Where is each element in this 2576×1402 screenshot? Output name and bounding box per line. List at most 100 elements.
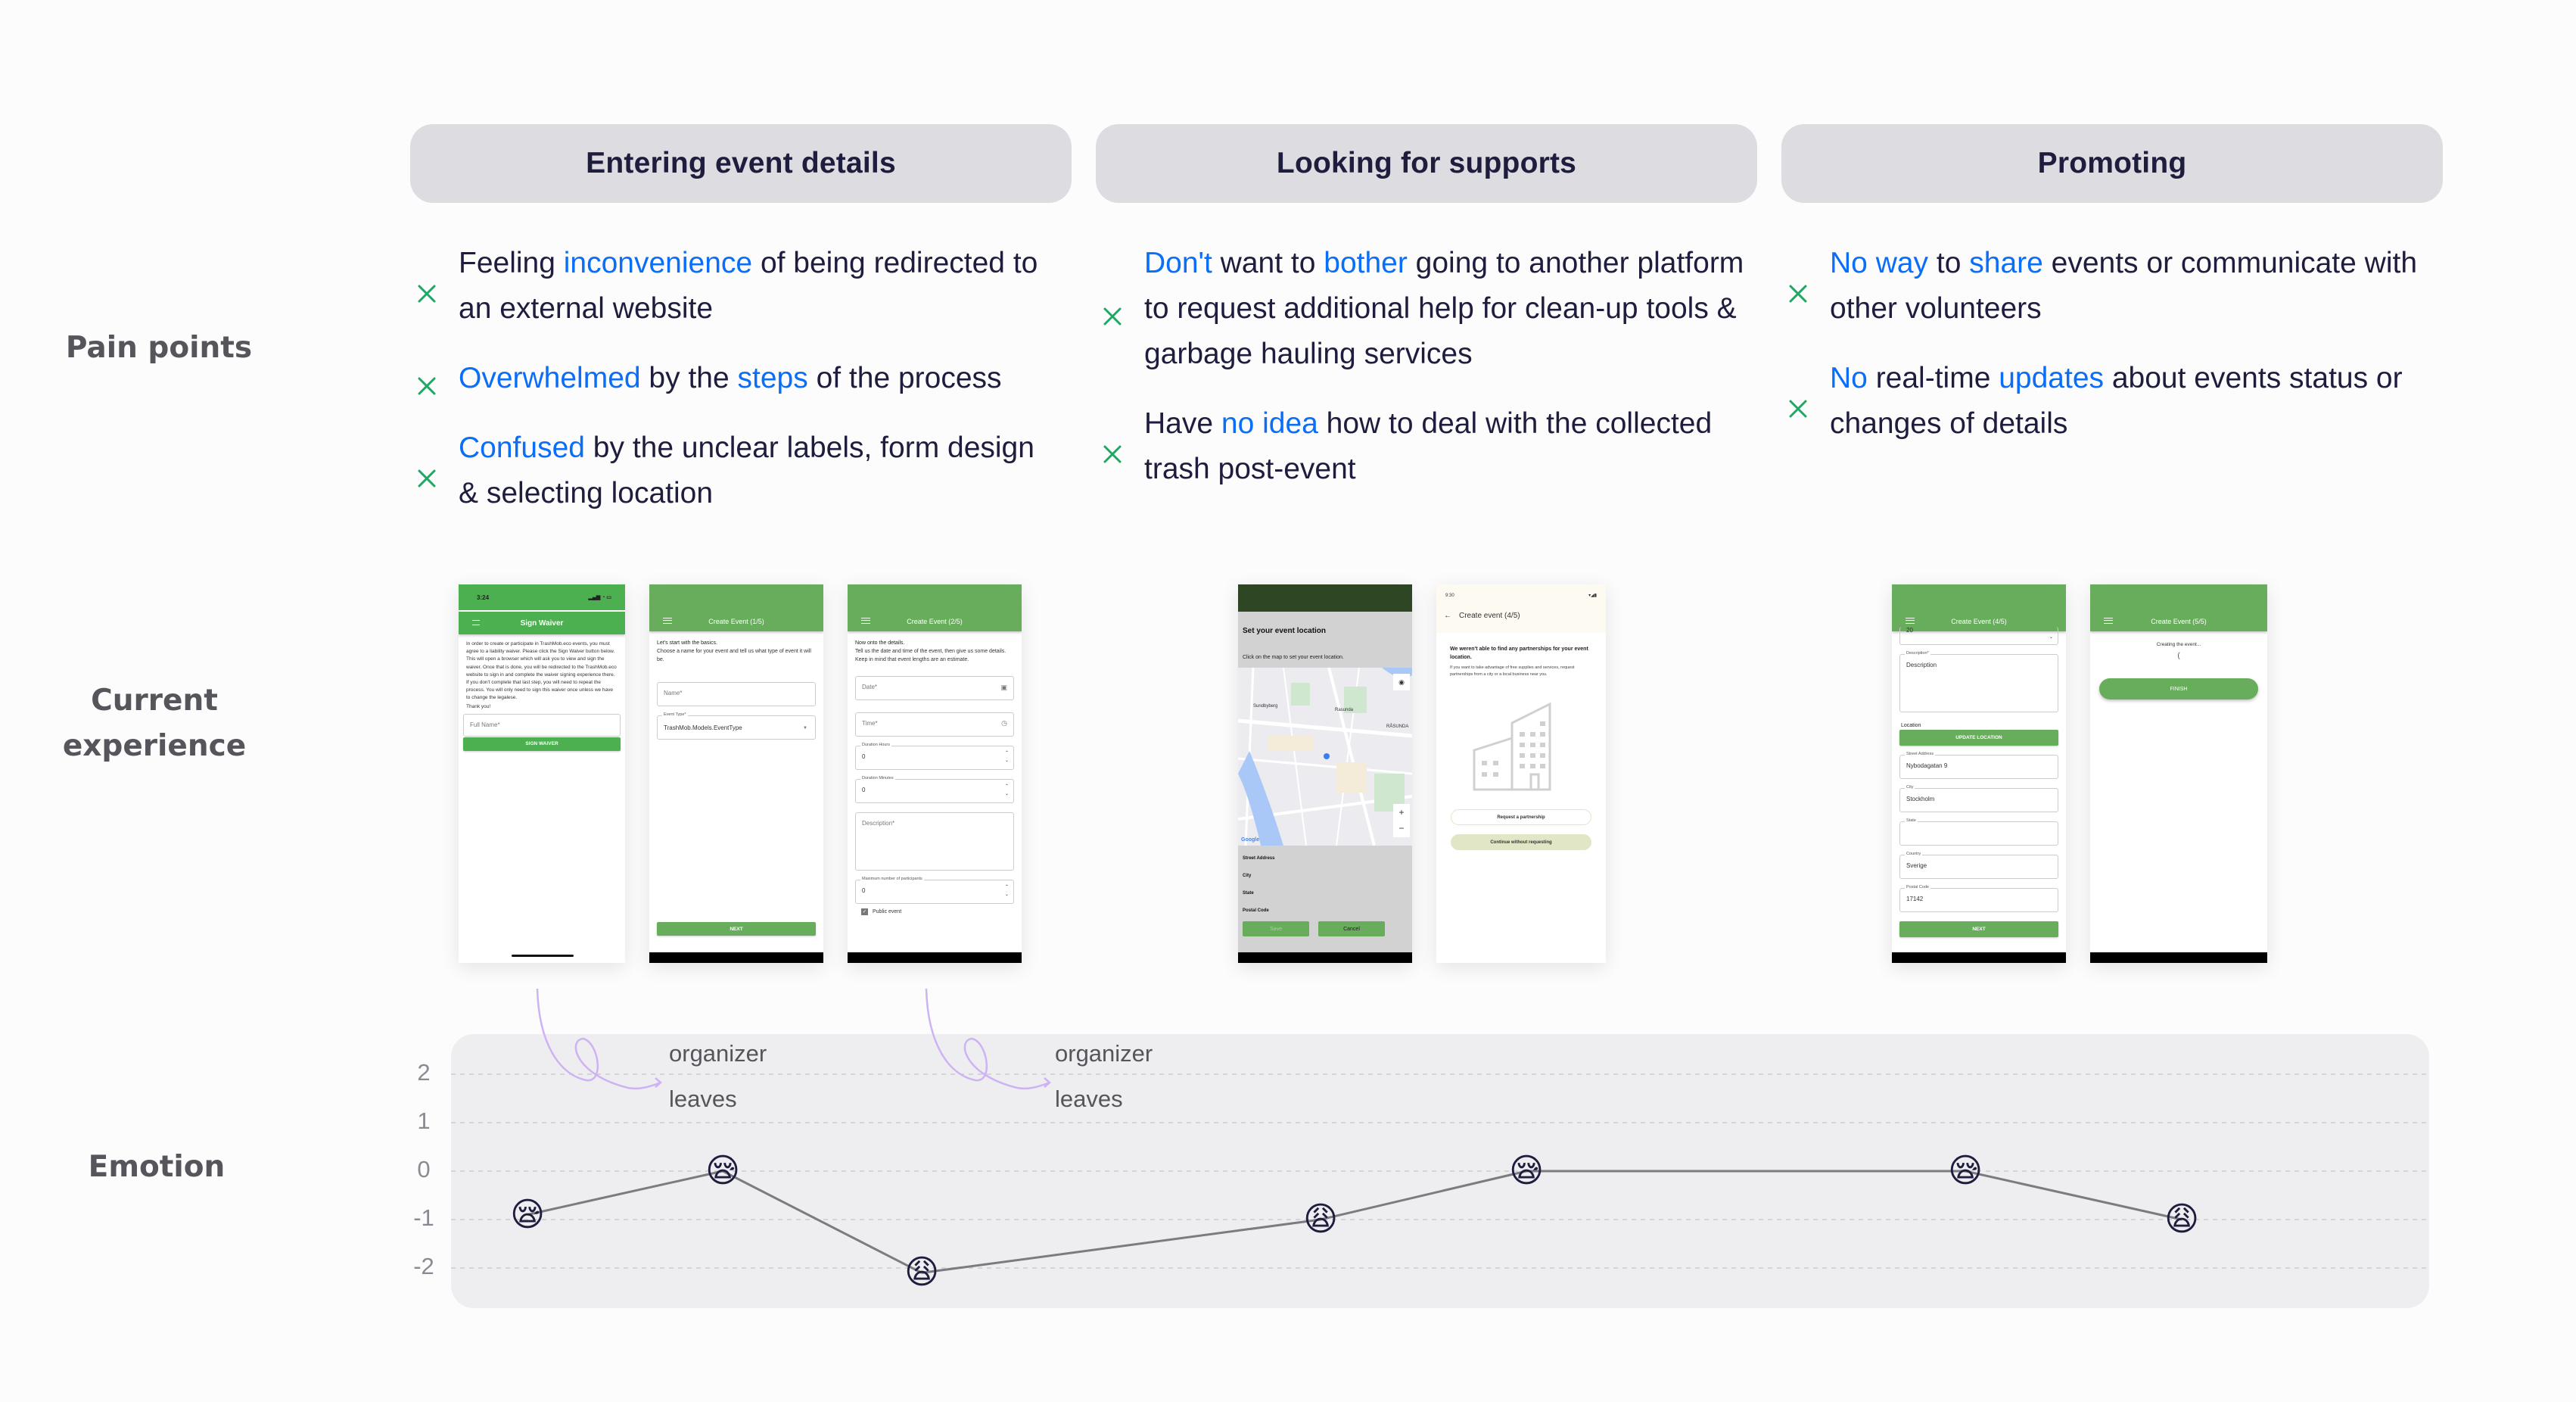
stepper-icon[interactable]: ⌃ ⌄ <box>1005 783 1009 798</box>
next-button[interactable]: NEXT <box>657 922 816 936</box>
stepper-icon[interactable]: ⌃ ⌄ <box>1005 883 1009 899</box>
menu-icon[interactable] <box>472 620 480 625</box>
screen-title: Create Event (4/5) <box>1951 618 2007 625</box>
field-label: Description* <box>1905 651 1930 656</box>
field-value: Sverige <box>1906 862 1927 869</box>
save-button[interactable]: Save <box>1243 921 1309 936</box>
nav-bar <box>1892 952 2066 963</box>
calendar-icon[interactable]: ▣ <box>1000 684 1007 692</box>
cancel-button[interactable]: Cancel <box>1318 921 1385 936</box>
highlighted-keyword: No way <box>1830 247 1929 279</box>
stage-header-promoting: Promoting <box>1781 124 2443 203</box>
top-bar: 9:30 ▾◢▮ ← Create event (4/5) <box>1436 584 1606 633</box>
map-view[interactable]: Sundbyberg Rasunda RÅSUNDA ◉ + − Google <box>1238 668 1412 846</box>
screen-title: Create event (4/5) <box>1459 612 1520 620</box>
highlighted-keyword: Overwhelmed <box>459 362 641 394</box>
menu-icon[interactable] <box>1906 618 1915 624</box>
section-body: Choose a name for your event and tell us… <box>657 649 811 662</box>
request-partnership-button[interactable]: Request a partnership <box>1451 809 1591 825</box>
pain-text: Feeling <box>459 247 564 279</box>
field-label: State <box>1905 818 1918 823</box>
google-logo: Google <box>1241 837 1260 843</box>
map-label: Sundbyberg <box>1253 704 1278 709</box>
menu-icon[interactable] <box>663 618 672 624</box>
status-icons: ▾◢▮ <box>1588 594 1597 598</box>
pain-text: want to <box>1212 247 1324 279</box>
screen-create-event-5: Create Event (5/5) Creating the event...… <box>2090 584 2267 963</box>
screen-partnership: 9:30 ▾◢▮ ← Create event (4/5) We weren't… <box>1436 584 1606 963</box>
menu-icon[interactable] <box>2104 618 2113 624</box>
screen-create-event-4: Create Event (4/5) 20 ⌄ Description* Descr… <box>1892 584 2066 963</box>
duration-hours-stepper[interactable]: Duration Hours 0 ⌃ ⌄ <box>855 743 1014 770</box>
update-location-button[interactable]: UPDATE LOCATION <box>1899 730 2058 746</box>
next-button[interactable]: NEXT <box>1899 921 2058 937</box>
row-label-emotion: Emotion <box>88 1150 226 1184</box>
state-input[interactable]: State <box>1899 818 2058 846</box>
screen-title: Create Event (5/5) <box>2151 618 2207 625</box>
checkbox-checked-icon[interactable]: ✓ <box>861 908 868 915</box>
continue-without-requesting-button[interactable]: Continue without requesting <box>1451 834 1591 850</box>
clock-icon[interactable]: ◷ <box>1001 719 1007 727</box>
postal-code-label: Postal Code <box>1243 908 1269 913</box>
weary-face-icon: 😩 <box>904 1253 939 1292</box>
screen-set-location: Set your event location Click on the map… <box>1238 584 1412 963</box>
row-label-current-line1: Current <box>91 684 218 718</box>
field-label: Country <box>1905 852 1923 856</box>
country-input[interactable]: Country Sverige <box>1899 852 2058 879</box>
y-tick-label: 1 <box>417 1108 431 1134</box>
max-participants-stepper[interactable]: Maximum number of participants 0 ⌃ ⌄ <box>855 877 1014 904</box>
zoom-out-button[interactable]: − <box>1393 821 1410 837</box>
highlighted-keyword: no idea <box>1221 407 1318 440</box>
date-input[interactable]: Date* ▣ <box>855 676 1014 700</box>
duration-minutes-stepper[interactable]: Duration Minutes 0 ⌃ ⌄ <box>855 776 1014 803</box>
zoom-in-button[interactable]: + <box>1393 804 1410 821</box>
city-input[interactable]: City Stockholm <box>1899 785 2058 812</box>
sleepy-face-icon: 😪 <box>1948 1151 1983 1190</box>
status-bar: 3:24 ▂▄▆ ◔ ▭ <box>459 584 625 610</box>
postal-code-input[interactable]: Postal Code 17142 <box>1899 885 2058 912</box>
weary-face-icon: 😩 <box>2164 1200 2199 1238</box>
menu-icon[interactable] <box>861 618 870 624</box>
chevron-down-icon[interactable]: ⌄ <box>2049 634 2053 640</box>
description-input[interactable]: Description* <box>855 812 1014 871</box>
highlighted-keyword: Don't <box>1144 247 1212 279</box>
app-bar: Sign Waiver <box>459 612 625 634</box>
y-tick-label: 2 <box>417 1059 431 1086</box>
full-name-input[interactable]: Full Name* <box>463 713 621 737</box>
map-label: RÅSUNDA <box>1386 724 1409 729</box>
description-input[interactable]: Description* Description <box>1899 651 2058 712</box>
status-icons: ▂▄▆ ◔ ▭ <box>588 595 611 600</box>
street-address-input[interactable]: Street Address Nybodagatan 9 <box>1899 752 2058 779</box>
sign-waiver-button[interactable]: SIGN WAIVER <box>463 737 621 751</box>
stepper-icon[interactable]: ⌃ ⌄ <box>1005 749 1009 765</box>
back-arrow-icon[interactable]: ← <box>1444 612 1451 620</box>
screen-sign-waiver: 3:24 ▂▄▆ ◔ ▭ Sign Waiver In order to cre… <box>459 584 625 963</box>
event-name-input[interactable]: Name* <box>657 682 816 706</box>
partnership-body: If you want to take advantage of free su… <box>1450 665 1575 677</box>
app-bar: Create Event (2/5) <box>848 584 1022 631</box>
field-value: TrashMob.Models.EventType <box>664 724 742 731</box>
nav-bar <box>2090 952 2267 963</box>
location-label: Location <box>1901 723 1921 728</box>
pain-point: Confused by the unclear labels, form des… <box>410 425 1061 516</box>
partial-stepper[interactable]: 20 ⌄ <box>1899 627 2058 645</box>
field-label: Postal Code <box>1905 885 1930 889</box>
loading-spinner: ( <box>2177 652 2180 660</box>
row-label-pain-points: Pain points <box>65 331 253 365</box>
public-event-checkbox[interactable]: ✓ Public event <box>861 908 1008 915</box>
field-label: Duration Hours <box>860 743 891 747</box>
my-location-button[interactable]: ◉ <box>1393 674 1410 690</box>
highlighted-keyword: updates <box>1999 362 2105 394</box>
field-value: 17142 <box>1906 896 1924 902</box>
x-mark-icon <box>1100 435 1125 463</box>
nav-bar <box>1238 952 1412 963</box>
screen-title: Sign Waiver <box>520 618 564 628</box>
map-roads <box>1238 668 1412 846</box>
field-value: Description <box>1906 662 1937 668</box>
finish-button[interactable]: FINISH <box>2099 678 2258 699</box>
x-mark-icon <box>1786 274 1810 303</box>
event-type-select[interactable]: Event Type* TrashMob.Models.EventType ▼ <box>657 712 816 740</box>
x-mark-icon <box>415 459 439 488</box>
time-input[interactable]: Time* ◷ <box>855 712 1014 737</box>
pain-point: No way to share events or communicate wi… <box>1781 241 2432 332</box>
